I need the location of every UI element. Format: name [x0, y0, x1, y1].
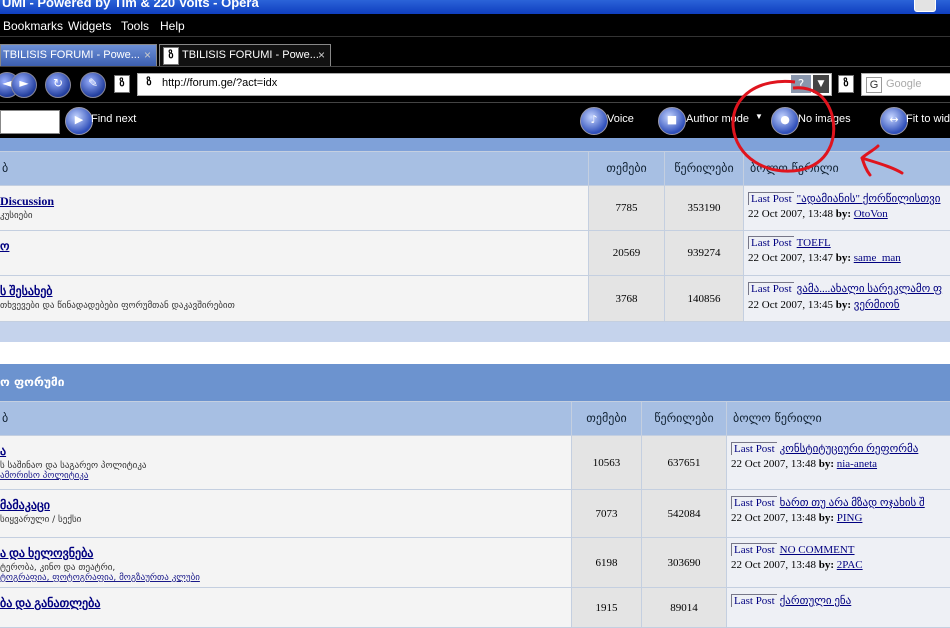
- annotation-arrow: [862, 146, 902, 175]
- annotation-circle: [733, 81, 834, 171]
- annotation-overlay: [0, 0, 950, 616]
